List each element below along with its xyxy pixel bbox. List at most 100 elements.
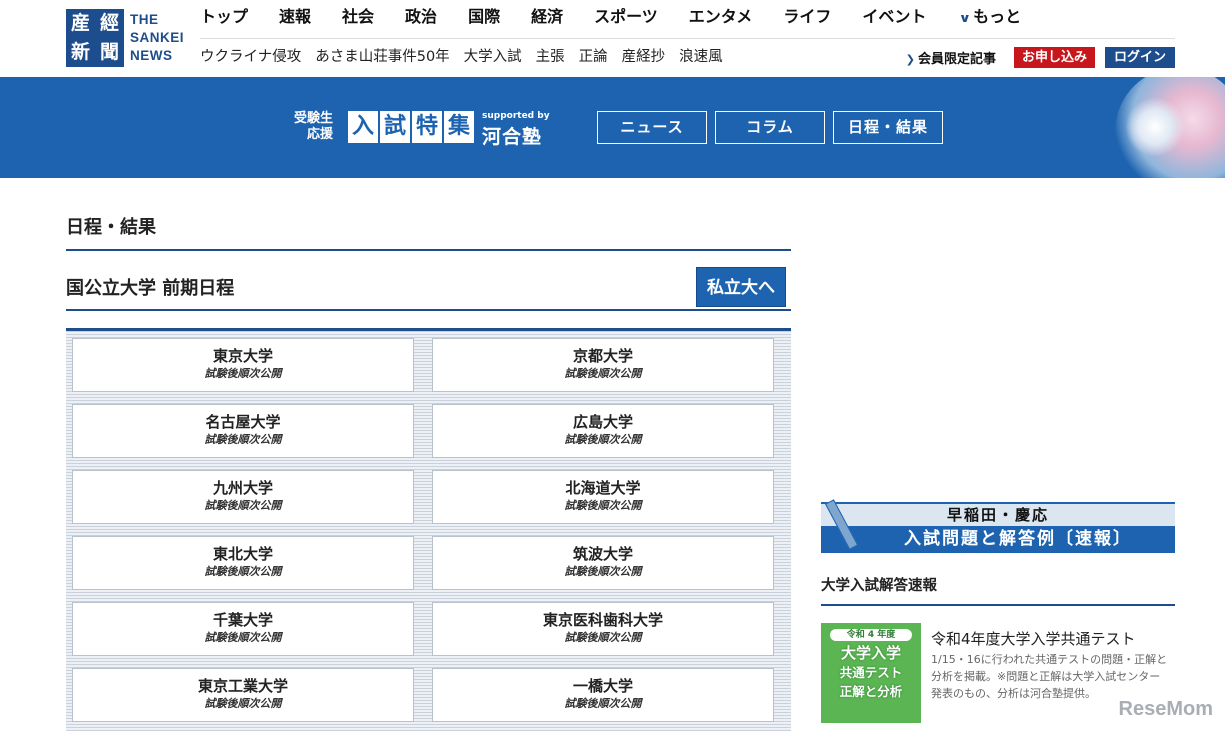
logo-char: 産 [70,12,90,34]
site-header: 産 經 新 聞 THE SANKEI NEWS トップ 速報 社会 政治 国際 … [0,0,1225,77]
university-name: 東北大学 [212,545,273,563]
thumbnail-text: 大学入学 [840,644,901,662]
nav-item-life[interactable]: ライフ [783,5,831,30]
article-description: 1/15・16に行われた共通テストの問題・正解と分析を掲載。※問題と正解は大学入… [931,653,1168,700]
university-card-tohoku[interactable]: 東北大学 試験後順次公開 [72,536,414,590]
nav-more-button[interactable]: ∨もっと [959,5,1052,30]
university-card-tmdu[interactable]: 東京医科歯科大学 試験後順次公開 [432,602,774,656]
nav-topic-asama[interactable]: あさま山荘事件50年 [315,46,449,68]
thumbnail-text: 共通テスト [839,665,903,680]
logo-text: THE SANKEI NEWS [130,11,184,65]
tab-news[interactable]: ニュース [597,111,707,144]
nav-topic-seiron[interactable]: 正論 [579,46,608,68]
university-status: 試験後順次公開 [204,367,282,380]
page-title: 日程・結果 [66,217,156,238]
nav-topic-naniwa[interactable]: 浪速風 [679,46,723,68]
secondary-nav: ウクライナ侵攻 あさま山荘事件50年 大学入試 主張 正論 産経抄 浪速風 [200,46,737,68]
login-button[interactable]: ログイン [1104,47,1175,68]
nav-item-economy[interactable]: 経済 [531,5,563,30]
banner-title-char: 集 [444,111,474,143]
primary-nav: トップ 速報 社会 政治 国際 経済 スポーツ エンタメ ライフ イベント ∨も… [200,5,1083,30]
banner-tagline: 受験生 応援 [294,111,333,143]
university-status: 試験後順次公開 [204,499,282,512]
article-thumbnail[interactable]: 令和 4 年度 大学入学 共通テスト 正解と分析 [821,623,921,723]
tab-column[interactable]: コラム [715,111,825,144]
university-status: 試験後順次公開 [564,433,642,446]
member-articles-link[interactable]: ❯ 会員限定記事 [906,48,996,67]
university-name: 東京医科歯科大学 [542,611,663,629]
tab-schedule-results[interactable]: 日程・結果 [833,111,943,144]
account-nav: ❯ 会員限定記事 お申し込み ログイン [906,47,1175,68]
university-name: 名古屋大学 [205,413,281,431]
banner-title-char: 試 [380,111,410,143]
nav-topic-editorial[interactable]: 主張 [536,46,565,68]
university-card-hokkaido[interactable]: 北海道大学 試験後順次公開 [432,470,774,524]
university-card-nagoya[interactable]: 名古屋大学 試験後順次公開 [72,404,414,458]
waseda-keio-banner[interactable]: 早稲田・慶応 入試問題と解答例〔速報〕 [821,499,1175,553]
cherry-blossom-decoration [1125,97,1185,157]
university-status: 試験後順次公開 [564,565,642,578]
private-university-button[interactable]: 私立大へ [696,267,786,307]
nav-item-event[interactable]: イベント [862,5,926,30]
subscribe-button[interactable]: お申し込み [1013,47,1095,68]
nav-item-politics[interactable]: 政治 [405,5,437,30]
university-status: 試験後順次公開 [564,499,642,512]
sidebar-section-title: 大学入試解答速報 [821,578,937,594]
nav-topic-ukraine[interactable]: ウクライナ侵攻 [200,46,301,68]
university-name: 東京工業大学 [197,677,288,695]
resemom-watermark: ReseMom [1118,698,1213,720]
university-name: 広島大学 [572,413,633,431]
university-card-hiroshima[interactable]: 広島大学 試験後順次公開 [432,404,774,458]
university-name: 北海道大学 [565,479,641,497]
thumbnail-text: 正解と分析 [839,684,903,699]
banner-title[interactable]: 入 試 特 集 [348,111,474,143]
university-name: 東京大学 [212,347,273,365]
article-title-link[interactable]: 令和4年度大学入学共通テスト [931,628,1136,649]
university-name: 一橋大学 [572,677,633,695]
university-status: 試験後順次公開 [204,631,282,644]
logo-char: 經 [99,12,119,34]
university-card-chiba[interactable]: 千葉大学 試験後順次公開 [72,602,414,656]
university-name: 千葉大学 [212,611,273,629]
nav-item-society[interactable]: 社会 [342,5,374,30]
nav-topic-sankeisho[interactable]: 産経抄 [622,46,666,68]
university-status: 試験後順次公開 [204,433,282,446]
logo-mark: 産 經 新 聞 [66,9,124,67]
banner-tagline-line: 応援 [307,127,334,142]
section-divider [66,309,791,311]
banner-title-char: 入 [348,111,378,143]
banner-tagline-line: 受験生 [294,111,334,126]
thumbnail-label: 令和 4 年度 [830,629,912,641]
university-status: 試験後順次公開 [564,367,642,380]
university-status: 試験後順次公開 [204,697,282,710]
section-title: 国公立大学 前期日程 [66,278,235,299]
logo-char: 聞 [99,41,119,63]
sidebar-divider [821,604,1175,606]
nav-item-top[interactable]: トップ [200,5,248,30]
sponsor-logo: 河合塾 [482,126,543,148]
logo-text-line: NEWS [130,48,173,63]
sankei-logo[interactable]: 産 經 新 聞 THE SANKEI NEWS [66,9,184,67]
nav-more-label: もっと [973,7,1022,26]
university-status: 試験後順次公開 [564,697,642,710]
nav-item-entertainment[interactable]: エンタメ [689,5,753,30]
nav-item-world[interactable]: 国際 [468,5,500,30]
title-divider [66,249,791,251]
logo-text-line: THE [130,12,159,27]
banner-title-char: 特 [412,111,442,143]
university-card-hitotsubashi[interactable]: 一橋大学 試験後順次公開 [432,668,774,722]
member-articles-label: 会員限定記事 [917,52,996,67]
logo-char: 新 [70,41,90,63]
university-name: 京都大学 [572,347,633,365]
nav-item-breaking[interactable]: 速報 [279,5,311,30]
nav-topic-entrance-exam[interactable]: 大学入試 [464,46,522,68]
university-card-titech[interactable]: 東京工業大学 試験後順次公開 [72,668,414,722]
university-name: 筑波大学 [572,545,633,563]
supported-by-label: supported by [482,111,550,121]
university-status: 試験後順次公開 [204,565,282,578]
university-card-kyoto[interactable]: 京都大学 試験後順次公開 [432,338,774,392]
nav-item-sports[interactable]: スポーツ [594,5,658,30]
university-card-tsukuba[interactable]: 筑波大学 試験後順次公開 [432,536,774,590]
university-card-tokyo[interactable]: 東京大学 試験後順次公開 [72,338,414,392]
university-card-kyushu[interactable]: 九州大学 試験後順次公開 [72,470,414,524]
